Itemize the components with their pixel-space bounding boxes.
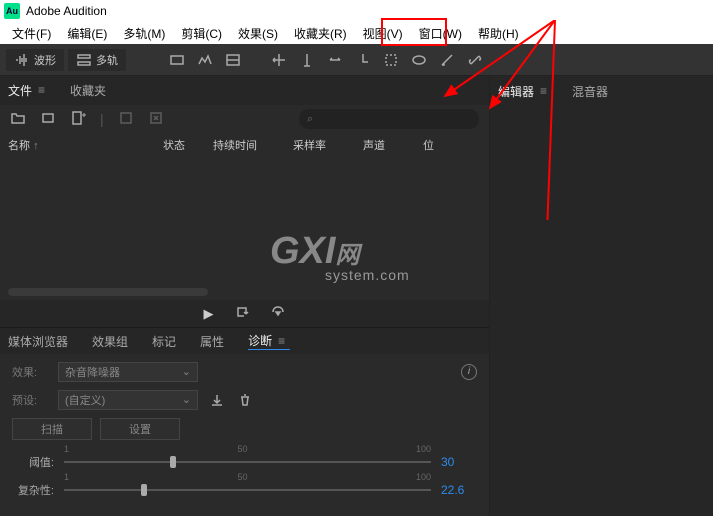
main-toolbar: 波形 多轨 xyxy=(0,44,713,76)
complexity-value[interactable]: 22.6 xyxy=(441,483,477,497)
effect-label: 效果: xyxy=(12,364,48,380)
menu-window[interactable]: 窗口(W) xyxy=(411,23,470,44)
multitrack-label: 多轨 xyxy=(96,52,118,68)
play-icon[interactable]: ▶ xyxy=(204,306,214,322)
close-file-icon[interactable] xyxy=(148,110,164,129)
autoplay-icon[interactable] xyxy=(270,304,286,323)
tab-mixer[interactable]: 混音器 xyxy=(572,83,608,100)
menu-effects[interactable]: 效果(S) xyxy=(230,23,286,44)
razor-tool-icon[interactable] xyxy=(294,48,320,72)
threshold-slider[interactable]: 150100 xyxy=(64,452,431,472)
tab-properties[interactable]: 属性 xyxy=(200,333,224,350)
menu-bar: 文件(F) 编辑(E) 多轨(M) 剪辑(C) 效果(S) 收藏夹(R) 视图(… xyxy=(0,22,713,44)
search-input[interactable]: ⌕ xyxy=(299,109,479,129)
menu-edit[interactable]: 编辑(E) xyxy=(59,23,115,44)
hamburger-icon[interactable]: ≡ xyxy=(540,84,552,98)
transport-bar: ▶ xyxy=(0,300,489,327)
h-scrollbar[interactable] xyxy=(8,288,208,296)
files-list xyxy=(0,157,489,301)
app-icon: Au xyxy=(4,3,20,19)
brush-tool-icon[interactable] xyxy=(434,48,460,72)
waveform-toggle[interactable]: 波形 xyxy=(6,49,64,71)
tab-files[interactable]: 文件≡ xyxy=(8,82,50,99)
menu-clip[interactable]: 剪辑(C) xyxy=(173,23,230,44)
slip-tool-icon[interactable] xyxy=(322,48,348,72)
open-file-icon[interactable] xyxy=(10,110,26,129)
title-bar: Au Adobe Audition xyxy=(0,0,713,22)
effect-select[interactable]: 杂音降噪器⌄ xyxy=(58,362,198,382)
marquee-tool-icon[interactable] xyxy=(378,48,404,72)
hamburger-icon[interactable]: ≡ xyxy=(278,334,290,348)
col-duration[interactable]: 持续时间 xyxy=(213,137,293,153)
delete-preset-icon[interactable] xyxy=(236,391,254,409)
complexity-label: 复杂性: xyxy=(12,482,54,498)
threshold-label: 阈值: xyxy=(12,454,54,470)
multitrack-icon xyxy=(76,52,92,68)
lasso-tool-icon[interactable] xyxy=(406,48,432,72)
pitch-icon[interactable] xyxy=(220,48,246,72)
heal-tool-icon[interactable] xyxy=(462,48,488,72)
files-columns: 名称 ↑ 状态 持续时间 采样率 声道 位 xyxy=(0,134,489,157)
tab-diagnostics[interactable]: 诊断≡ xyxy=(248,332,290,350)
threshold-value[interactable]: 30 xyxy=(441,455,477,469)
lower-panel-tabs: 媒体浏览器 效果组 标记 属性 诊断≡ xyxy=(0,327,489,354)
tab-editor[interactable]: 编辑器≡ xyxy=(498,83,552,100)
record-icon[interactable] xyxy=(40,110,56,129)
col-bit[interactable]: 位 xyxy=(423,137,453,153)
col-samplerate[interactable]: 采样率 xyxy=(293,137,363,153)
new-file-icon[interactable] xyxy=(70,110,86,129)
tab-markers[interactable]: 标记 xyxy=(152,333,176,350)
import-icon[interactable] xyxy=(118,110,134,129)
diagnostics-panel: 效果: 杂音降噪器⌄ i 预设: (自定义)⌄ 扫描 设置 阈值: 150100 xyxy=(0,354,489,516)
preset-label: 预设: xyxy=(12,392,48,408)
info-icon[interactable]: i xyxy=(461,364,477,380)
hud-toggle-icon[interactable] xyxy=(164,48,190,72)
col-channel[interactable]: 声道 xyxy=(363,137,423,153)
col-status[interactable]: 状态 xyxy=(163,137,213,153)
files-toolbar: | ⌕ xyxy=(0,105,489,134)
move-tool-icon[interactable] xyxy=(266,48,292,72)
hamburger-icon[interactable]: ≡ xyxy=(38,83,50,97)
waveform-label: 波形 xyxy=(34,52,56,68)
tab-effects-rack[interactable]: 效果组 xyxy=(92,333,128,350)
app-title: Adobe Audition xyxy=(26,4,107,18)
menu-favorites[interactable]: 收藏夹(R) xyxy=(286,23,355,44)
waveform-icon xyxy=(14,52,30,68)
menu-help[interactable]: 帮助(H) xyxy=(470,23,527,44)
complexity-slider[interactable]: 150100 xyxy=(64,480,431,500)
settings-button[interactable]: 设置 xyxy=(100,418,180,440)
menu-file[interactable]: 文件(F) xyxy=(4,23,59,44)
spectral-icon[interactable] xyxy=(192,48,218,72)
editor-panel-tabs: 编辑器≡ 混音器 xyxy=(490,76,713,106)
scan-button[interactable]: 扫描 xyxy=(12,418,92,440)
tab-favorites[interactable]: 收藏夹 xyxy=(70,82,106,99)
multitrack-toggle[interactable]: 多轨 xyxy=(68,49,126,71)
time-tool-icon[interactable] xyxy=(350,48,376,72)
preset-select[interactable]: (自定义)⌄ xyxy=(58,390,198,410)
save-preset-icon[interactable] xyxy=(208,391,226,409)
tab-media-browser[interactable]: 媒体浏览器 xyxy=(8,333,68,350)
loop-icon[interactable] xyxy=(234,304,250,323)
menu-view[interactable]: 视图(V) xyxy=(355,23,411,44)
files-panel-tabs: 文件≡ 收藏夹 xyxy=(0,76,489,105)
menu-multitrack[interactable]: 多轨(M) xyxy=(115,23,173,44)
col-name[interactable]: 名称 xyxy=(8,140,30,152)
search-icon: ⌕ xyxy=(307,113,313,126)
